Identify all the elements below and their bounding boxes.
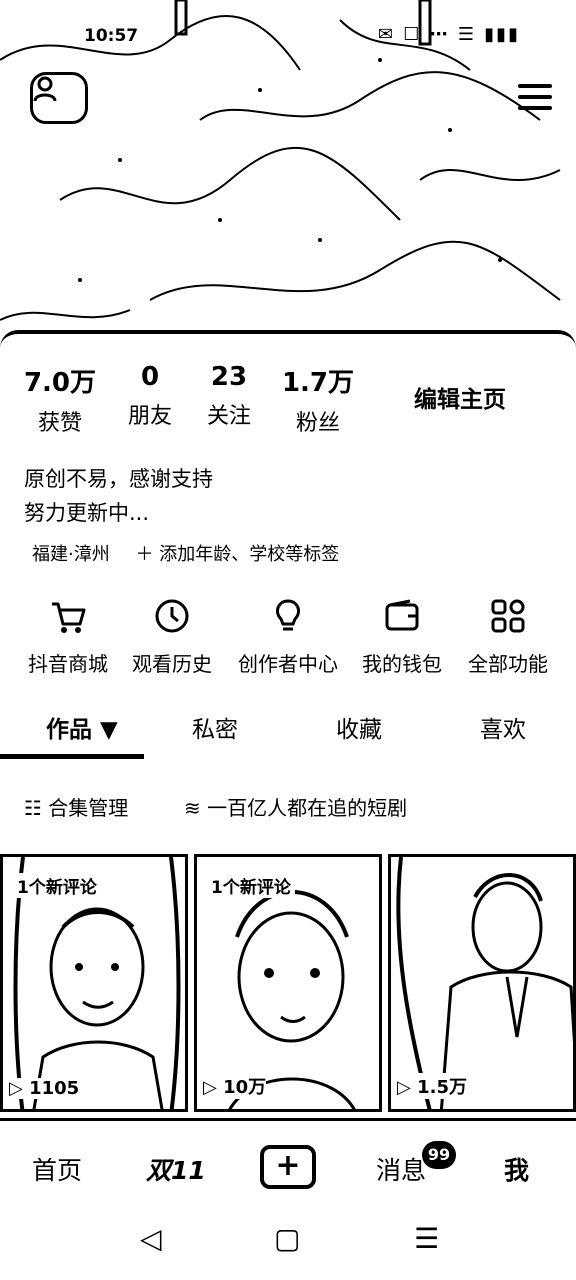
new-comment-badge: 1个新评论 xyxy=(13,873,101,898)
video-thumbnail[interactable]: ▷ 1.5万 xyxy=(388,854,576,1112)
active-tab-indicator xyxy=(0,754,144,759)
stat-followers-value: 1.7万 xyxy=(281,368,355,398)
recent-apps-icon[interactable]: ☰ xyxy=(414,1222,439,1255)
status-time: 10:57 xyxy=(84,26,139,46)
add-friend-button[interactable] xyxy=(30,72,88,124)
stat-followers-label: 粉丝 xyxy=(295,411,340,436)
stat-likes-label: 获赞 xyxy=(37,411,82,436)
feature-row: 抖音商城 观看历史 创作者中心 我的钱包 全部功能 xyxy=(0,596,576,680)
profile-banner: 10:57 ✉ ☐ ⋯ ☰ ▮▮▮ xyxy=(0,0,576,360)
feature-all-functions[interactable]: 全部功能 xyxy=(450,596,566,677)
messages-badge: 99 xyxy=(422,1141,456,1169)
video-grid: 1个新评论 ▷ 1105 1个新评论 ▷ 10万 ▷ 1.5万 xyxy=(0,854,576,1116)
wallet-icon xyxy=(385,599,419,631)
profile-tags: 福建·漳州 ＋ 添加年龄、学校等标签 xyxy=(32,540,359,566)
play-count: ▷ 10万 xyxy=(203,1073,267,1099)
stat-following-value: 23 xyxy=(210,362,248,392)
clock-icon xyxy=(155,599,189,633)
menu-button[interactable] xyxy=(518,80,552,114)
stat-likes-value: 7.0万 xyxy=(23,368,97,398)
back-icon[interactable]: ◁ xyxy=(140,1222,162,1255)
feature-wallet[interactable]: 我的钱包 xyxy=(344,596,460,677)
stat-followers[interactable]: 1.7万 粉丝 xyxy=(280,362,356,437)
system-nav-bar: ◁ ▢ ☰ xyxy=(0,1212,576,1280)
short-drama-button[interactable]: ≋ 一百亿人都在追的短剧 xyxy=(184,792,407,821)
video-thumbnail[interactable]: 1个新评论 ▷ 1105 xyxy=(0,854,188,1112)
bulb-icon xyxy=(276,599,300,631)
bio-line-2: 努力更新中... xyxy=(24,501,150,525)
menu-icon xyxy=(518,83,552,88)
bio: 原创不易，感谢支持 努力更新中... xyxy=(24,462,213,530)
nav-home[interactable]: 首页 xyxy=(32,1151,82,1187)
nav-create-button[interactable]: + xyxy=(260,1145,316,1189)
feature-creator-center-label: 创作者中心 xyxy=(238,652,338,676)
feature-history[interactable]: 观看历史 xyxy=(114,596,230,677)
edit-profile-button[interactable]: 编辑主页 xyxy=(394,380,526,416)
bio-line-1: 原创不易，感谢支持 xyxy=(24,467,213,491)
add-friend-icon xyxy=(33,76,57,102)
feature-mall[interactable]: 抖音商城 xyxy=(10,596,126,677)
tab-works[interactable]: 作品 ▼ xyxy=(46,710,118,744)
new-comment-badge: 1个新评论 xyxy=(207,873,295,898)
nav-messages[interactable]: 消息 xyxy=(376,1151,426,1187)
feature-wallet-label: 我的钱包 xyxy=(362,652,442,676)
status-icons: ✉ ☐ ⋯ ☰ ▮▮▮ xyxy=(377,24,520,45)
feature-creator-center[interactable]: 创作者中心 xyxy=(230,596,346,677)
feature-all-functions-label: 全部功能 xyxy=(468,652,548,676)
play-count: ▷ 1105 xyxy=(9,1078,80,1099)
feature-mall-label: 抖音商城 xyxy=(28,652,108,676)
stat-friends[interactable]: 0 朋友 xyxy=(122,362,178,430)
collection-manage-button[interactable]: ☷ 合集管理 xyxy=(24,792,128,821)
nav-double11[interactable]: 双11 xyxy=(146,1151,206,1187)
grid-icon xyxy=(491,599,525,633)
stat-friends-value: 0 xyxy=(140,362,160,392)
video-thumbnail[interactable]: 1个新评论 ▷ 10万 xyxy=(194,854,382,1112)
cart-icon xyxy=(52,602,86,633)
content-tabs: 作品 ▼ 私密 收藏 喜欢 xyxy=(0,700,576,760)
add-tags-button[interactable]: ＋ 添加年龄、学校等标签 xyxy=(135,544,339,565)
home-icon[interactable]: ▢ xyxy=(274,1222,300,1255)
location-tag[interactable]: 福建·漳州 xyxy=(32,544,110,565)
status-bar: 10:57 ✉ ☐ ⋯ ☰ ▮▮▮ xyxy=(0,18,576,58)
tab-private[interactable]: 私密 xyxy=(192,710,238,744)
play-count: ▷ 1.5万 xyxy=(397,1073,467,1099)
stat-following-label: 关注 xyxy=(206,404,251,429)
tab-likes[interactable]: 喜欢 xyxy=(480,710,526,744)
bottom-nav: 首页 双11 + 消息 99 我 xyxy=(0,1118,576,1208)
nav-me[interactable]: 我 xyxy=(504,1151,529,1187)
stat-likes[interactable]: 7.0万 获赞 xyxy=(22,362,98,437)
feature-history-label: 观看历史 xyxy=(132,652,212,676)
stat-friends-label: 朋友 xyxy=(127,404,172,429)
tab-favorites[interactable]: 收藏 xyxy=(336,710,382,744)
stat-following[interactable]: 23 关注 xyxy=(200,362,258,430)
